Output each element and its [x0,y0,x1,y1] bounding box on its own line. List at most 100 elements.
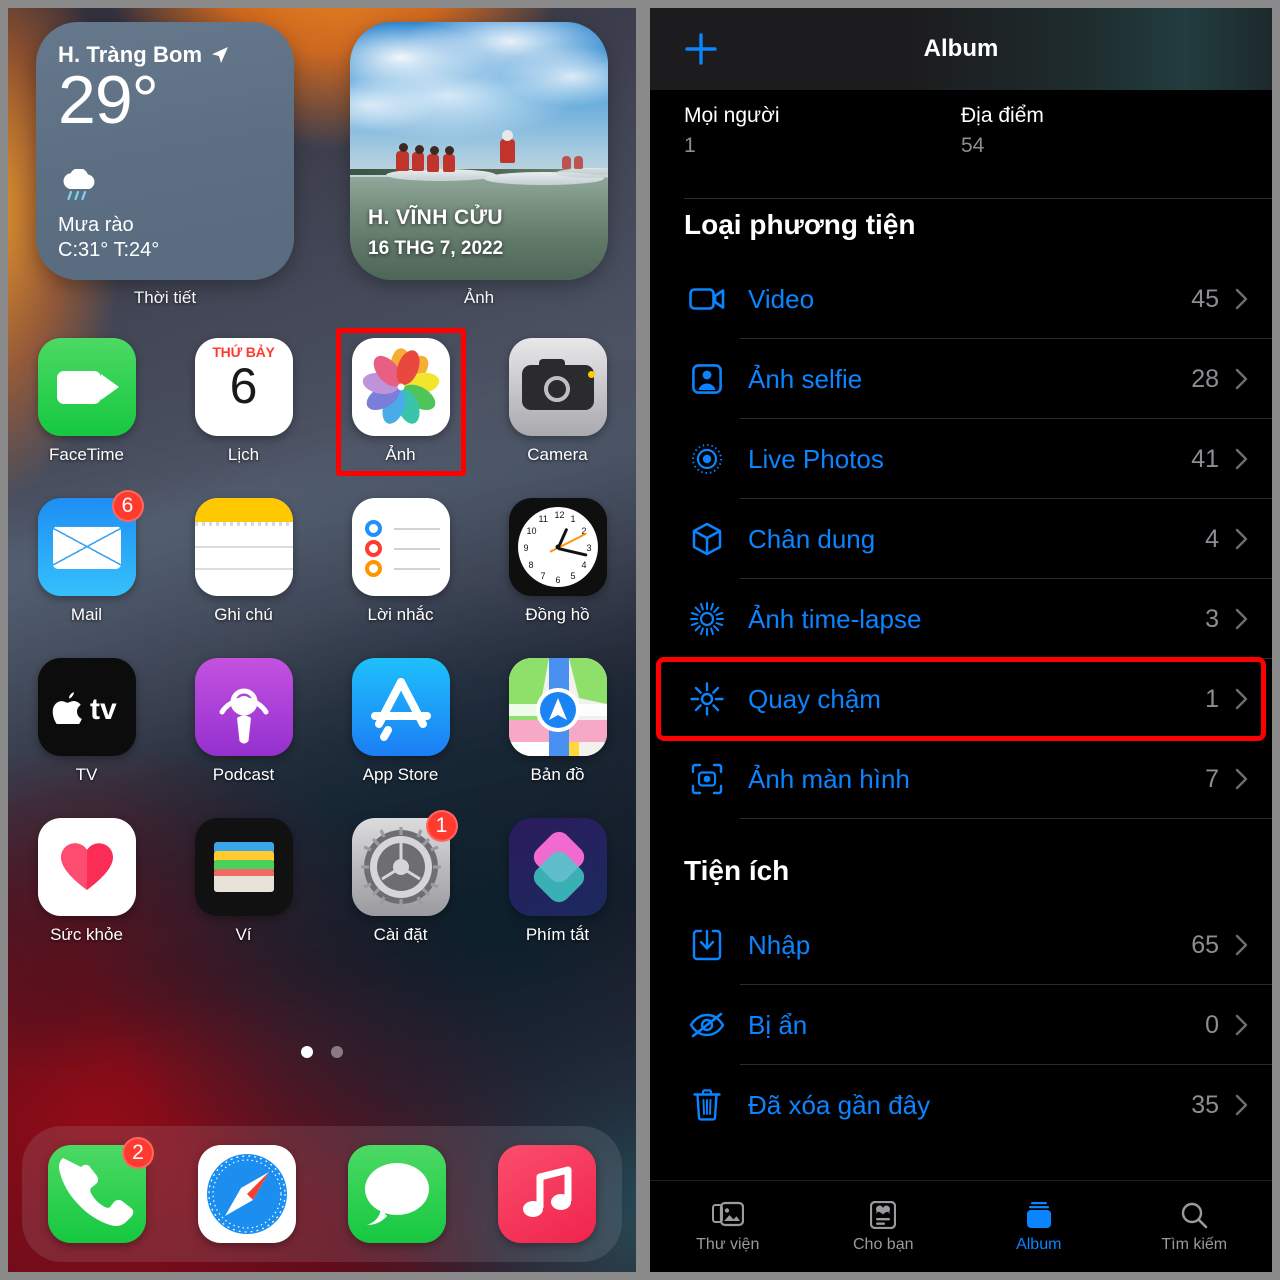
places-label: Địa điểm [961,104,1044,127]
screenshot-root: H. Tràng Bom 29° Mưa rào C:31° T:24° Thờ… [0,0,1280,1280]
album-label: Ảnh time-lapse [748,603,922,634]
album-label: Ảnh màn hình [748,763,910,794]
app-calendar[interactable]: THỨ BẢY 6 Lịch [177,338,311,498]
app-label: Podcast [212,765,275,784]
person-portrait-icon [684,359,730,399]
search-magnifier-icon [1177,1200,1211,1230]
app-reminders[interactable]: Lời nhắc [334,498,468,658]
foryou-card-icon [866,1200,900,1230]
widgets-row: H. Tràng Bom 29° Mưa rào C:31° T:24° Thờ… [8,22,636,322]
page-dot-1[interactable] [301,1046,313,1058]
app-appstore[interactable]: App Store [334,658,468,818]
page-dot-2[interactable] [331,1046,343,1058]
album-row-timelapse[interactable]: Ảnh time-lapse 3 [650,579,1272,659]
album-count: 45 [1191,284,1219,313]
album-count: 3 [1205,604,1219,633]
weather-bottom: Mưa rào C:31° T:24° [58,168,159,262]
dock-app-phone[interactable]: 2 [30,1137,164,1243]
album-row-video[interactable]: Video 45 [650,259,1272,339]
section-header-utilities: Tiện ích [684,855,790,886]
places-count: 54 [961,134,985,157]
chevron-right-icon [1235,688,1248,710]
shortcuts-icon [508,818,607,916]
app-label: Lịch [227,445,260,464]
dock-app-music[interactable] [480,1145,614,1243]
section-header-media-types: Loại phương tiện [684,209,916,240]
app-label: Mail [70,605,103,624]
album-row-portrait[interactable]: Chân dung 4 [650,499,1272,579]
location-arrow-icon [212,47,229,63]
album-row-recently-deleted[interactable]: Đã xóa gần đây 35 [650,1065,1272,1145]
notes-icon [194,498,293,596]
video-camera-icon [684,279,730,319]
memory-person-head [429,145,439,155]
badge-count: 6 [111,490,144,522]
page-indicator[interactable] [8,1046,636,1058]
app-clock[interactable]: 12 1 2 3 4 5 6 7 8 9 10 11 Đồng hồ [491,498,625,658]
app-mail[interactable]: 6 Mail [20,490,154,658]
tab-search[interactable]: Tìm kiếm [1117,1181,1273,1272]
people-tile[interactable]: Mọi người 1 [684,104,961,158]
app-row: Sức khỏe Ví 1 Cài đặt Phím tắt [8,810,636,978]
album-count: 4 [1205,524,1219,553]
plus-icon[interactable] [684,32,718,66]
people-count: 1 [684,134,696,157]
app-settings[interactable]: 1 Cài đặt [334,810,468,978]
app-podcasts[interactable]: Podcast [177,658,311,818]
album-row-imports[interactable]: Nhập 65 [650,905,1272,985]
app-notes[interactable]: Ghi chú [177,498,311,658]
photos-widget-label: Ảnh [463,288,495,307]
chevron-right-icon [1235,288,1248,310]
calendar-icon: THỨ BẢY 6 [194,338,293,436]
app-label: Ảnh [385,445,416,464]
tab-label: Cho bạn [853,1235,914,1253]
album-row-hidden[interactable]: Bị ẩn 0 [650,985,1272,1065]
app-wallet[interactable]: Ví [177,818,311,978]
album-count: 41 [1191,444,1219,473]
appstore-icon [351,658,450,756]
app-facetime[interactable]: FaceTime [20,338,154,498]
dock-app-safari[interactable] [180,1145,314,1243]
album-row-selfies[interactable]: Ảnh selfie 28 [650,339,1272,419]
album-label: Chân dung [748,523,876,554]
memory-person [411,152,424,172]
app-camera[interactable]: Camera [491,338,625,498]
album-label: Ảnh selfie [748,363,863,394]
app-shortcuts[interactable]: Phím tắt [491,818,625,978]
weather-widget[interactable]: H. Tràng Bom 29° Mưa rào C:31° T:24° [36,22,294,280]
app-health[interactable]: Sức khỏe [20,818,154,978]
tab-for-you[interactable]: Cho bạn [806,1181,962,1272]
app-row: FaceTime THỨ BẢY 6 Lịch Ảnh Camera [8,328,636,498]
tab-albums[interactable]: Album [961,1181,1117,1272]
memory-paddleboard [556,167,608,178]
wallet-icon [194,818,293,916]
app-photos[interactable]: Ảnh [334,328,468,498]
app-label: FaceTime [49,445,124,464]
album-row-slow-motion[interactable]: Quay chậm 1 [650,657,1272,741]
chevron-right-icon [1235,448,1248,470]
dock-app-messages[interactable] [330,1145,464,1243]
safari-compass-icon [198,1145,296,1243]
app-label: Sức khỏe [50,925,123,944]
badge-count: 1 [425,810,458,842]
memory-title: H. VĨNH CỬU [368,206,503,229]
photos-widget-wrap: H. VĨNH CỬU 16 THG 7, 2022 Ảnh [343,22,615,322]
chevron-right-icon [1235,528,1248,550]
tab-library[interactable]: Thư viện [650,1181,806,1272]
album-row-live-photos[interactable]: Live Photos 41 [650,419,1272,499]
calendar-day: 6 [229,358,258,414]
memory-person [427,153,440,172]
weather-condition: Mưa rào [58,214,134,236]
places-tile[interactable]: Địa điểm 54 [961,104,1238,158]
weather-widget-label: Thời tiết [133,288,197,307]
rain-cloud-icon [63,168,95,201]
app-icon-grid: FaceTime THỨ BẢY 6 Lịch Ảnh Camera 6 Mai… [8,328,636,978]
album-count: 7 [1205,764,1219,793]
weather-widget-wrap: H. Tràng Bom 29° Mưa rào C:31° T:24° Thờ… [29,22,301,322]
album-row-screenshots[interactable]: Ảnh màn hình 7 [650,739,1272,819]
photo-stack-icon [711,1200,745,1230]
photos-memory-widget[interactable]: H. VĨNH CỬU 16 THG 7, 2022 [350,22,608,280]
app-tv[interactable]: tv TV [20,658,154,818]
app-maps[interactable]: Bản đồ [491,658,625,818]
album-label: Đã xóa gần đây [748,1089,931,1120]
